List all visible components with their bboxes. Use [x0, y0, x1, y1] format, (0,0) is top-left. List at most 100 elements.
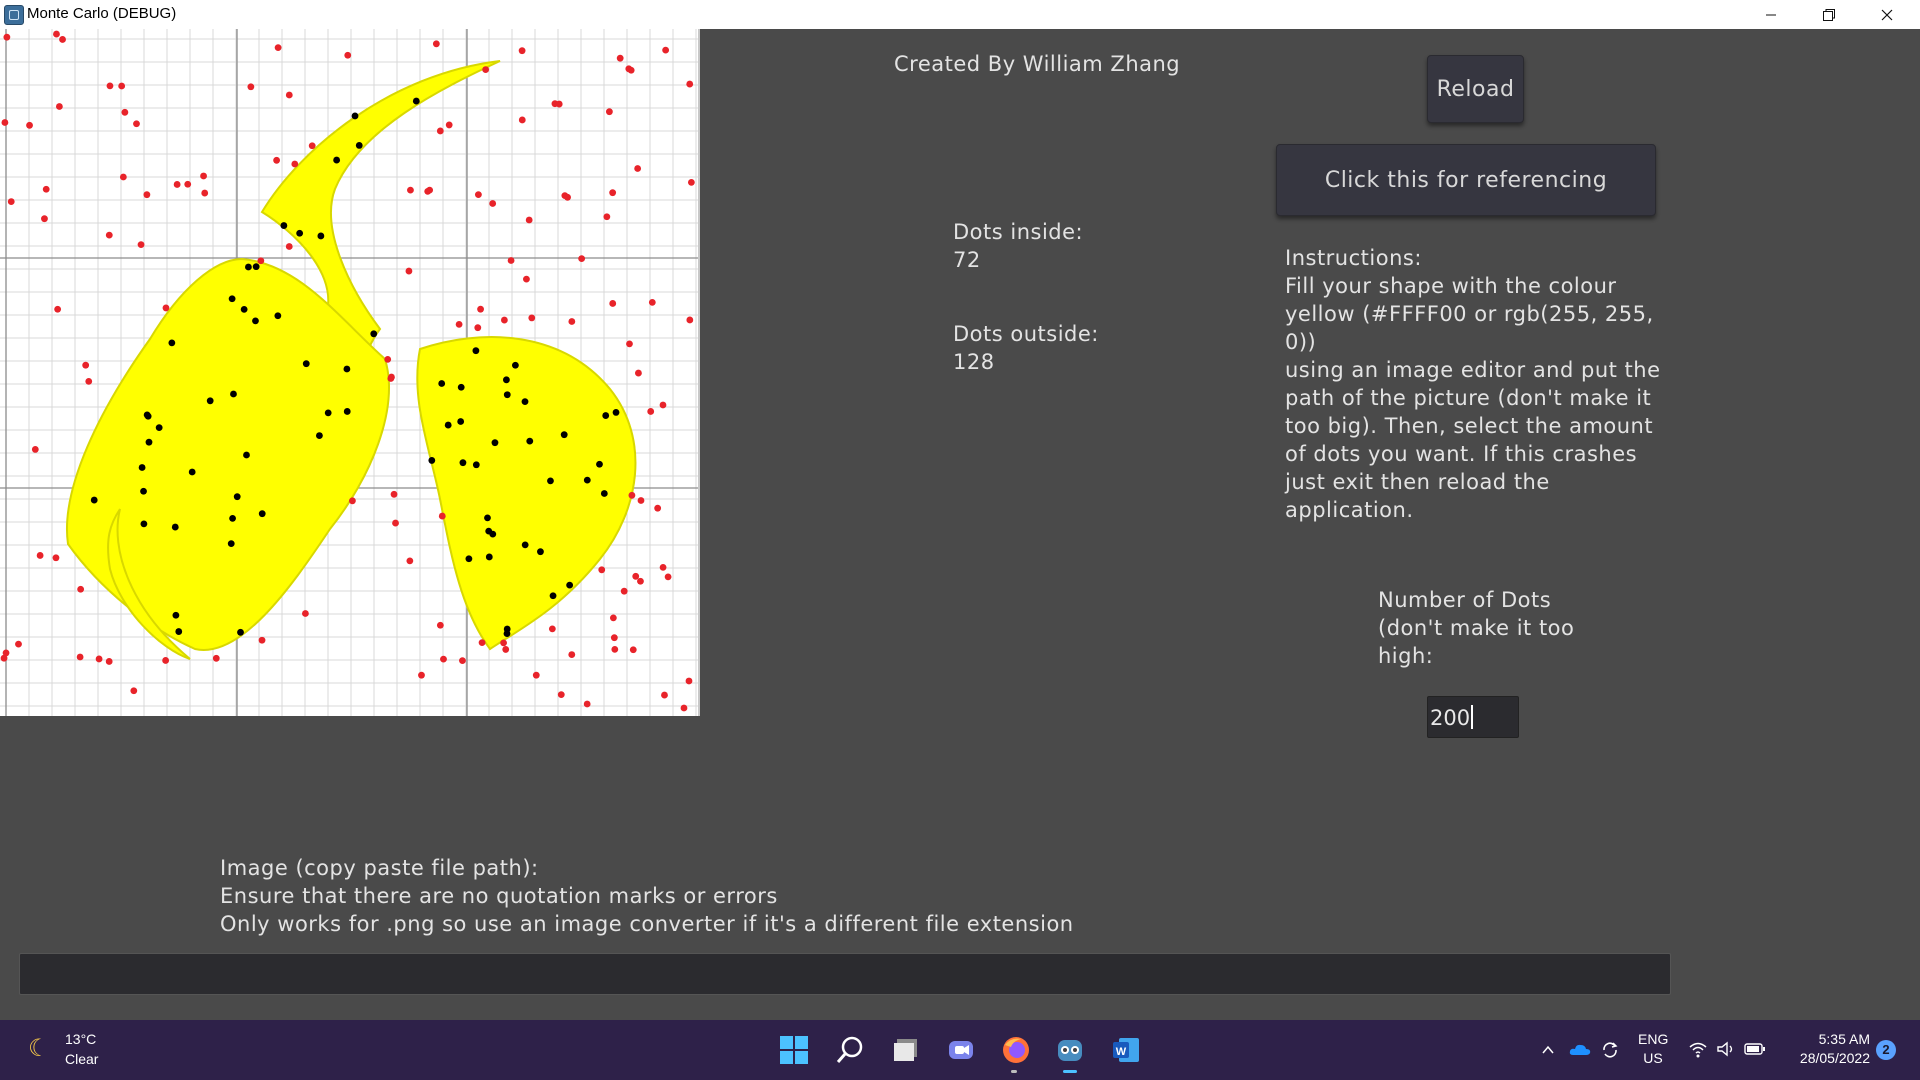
- inside-dot: [503, 391, 511, 399]
- inside-dot: [549, 592, 557, 600]
- outside-dot: [440, 655, 447, 663]
- outside-dot: [561, 192, 569, 200]
- inside-dot: [444, 421, 452, 429]
- inside-dot: [227, 540, 235, 548]
- inside-dot: [302, 360, 310, 368]
- onedrive-icon[interactable]: [1568, 1040, 1592, 1058]
- outside-dot: [502, 646, 510, 653]
- reload-button[interactable]: Reload: [1427, 55, 1524, 123]
- inside-dot: [351, 112, 359, 120]
- outside-dot: [603, 213, 611, 221]
- weather-temperature[interactable]: 13°C: [65, 1031, 96, 1047]
- search-icon[interactable]: [834, 1034, 866, 1066]
- inside-dot: [324, 409, 332, 417]
- notification-badge[interactable]: 2: [1876, 1040, 1896, 1060]
- inside-dot: [229, 514, 236, 522]
- close-button[interactable]: [1858, 0, 1916, 29]
- outside-dot: [687, 178, 695, 186]
- inside-dot: [472, 461, 480, 469]
- inside-dot: [343, 408, 351, 415]
- outside-dot: [285, 91, 293, 99]
- number-of-dots-label: Number of Dots (don't make it too high:: [1378, 588, 1575, 668]
- outside-dot: [445, 121, 453, 129]
- outside-dot: [635, 369, 642, 377]
- outside-dot: [59, 36, 66, 43]
- outside-dot: [406, 557, 414, 565]
- outside-dot: [647, 408, 655, 415]
- outside-dot: [500, 316, 508, 324]
- volume-icon[interactable]: [1716, 1040, 1736, 1058]
- outside-dot: [438, 512, 446, 520]
- inside-dot: [596, 460, 603, 468]
- inside-dot: [140, 520, 148, 528]
- inside-dot: [138, 464, 146, 471]
- outside-dot: [523, 275, 530, 283]
- minimize-button[interactable]: [1742, 0, 1800, 29]
- outside-dot: [384, 355, 392, 363]
- outside-dot: [609, 614, 617, 622]
- inside-dot: [412, 97, 420, 105]
- outside-dot: [664, 573, 672, 581]
- wifi-icon[interactable]: [1688, 1040, 1708, 1058]
- outside-dot: [557, 691, 565, 698]
- inside-dot: [230, 390, 237, 398]
- outside-dot: [518, 116, 526, 124]
- outside-dot: [525, 216, 533, 224]
- start-icon[interactable]: [778, 1034, 810, 1066]
- inside-dot: [566, 581, 574, 589]
- inside-dot: [233, 493, 241, 501]
- inside-dot: [465, 555, 473, 563]
- outside-dot: [105, 658, 113, 665]
- inside-dot: [370, 330, 378, 338]
- sync-icon[interactable]: [1600, 1040, 1620, 1060]
- inside-dot: [258, 510, 266, 518]
- outside-dot: [143, 191, 151, 199]
- outside-dot: [95, 655, 103, 663]
- outside-dot: [285, 243, 293, 250]
- inside-dot: [245, 263, 252, 271]
- outside-dot: [568, 651, 576, 658]
- outside-dot: [274, 44, 282, 52]
- outside-dot: [105, 231, 113, 239]
- outside-dot: [130, 687, 138, 695]
- outside-dot: [634, 165, 642, 172]
- outside-dot: [629, 646, 637, 654]
- outside-dot: [610, 634, 618, 642]
- godot-icon[interactable]: [1054, 1034, 1086, 1066]
- plot-svg: [0, 29, 698, 716]
- outside-dot: [7, 198, 15, 205]
- outside-dot: [686, 80, 694, 88]
- firefox-icon[interactable]: [1000, 1034, 1032, 1066]
- battery-icon[interactable]: [1744, 1042, 1766, 1056]
- outside-dot: [405, 267, 413, 275]
- inside-dot: [316, 432, 323, 439]
- inside-dot: [547, 477, 554, 485]
- outside-dot: [680, 704, 688, 712]
- chevron-up-icon[interactable]: [1540, 1042, 1556, 1058]
- inside-dot: [243, 451, 250, 459]
- weather-condition[interactable]: Clear: [65, 1051, 98, 1067]
- number-of-dots-input[interactable]: 200: [1427, 696, 1519, 738]
- outside-dot: [654, 504, 662, 512]
- inside-dot: [188, 468, 196, 476]
- inside-dot: [485, 553, 493, 561]
- outside-dot: [41, 215, 48, 223]
- number-of-dots-value: 200: [1430, 706, 1471, 730]
- reference-button[interactable]: Click this for referencing: [1276, 144, 1656, 216]
- word-icon[interactable]: W: [1110, 1034, 1142, 1066]
- outside-dot: [609, 189, 617, 197]
- teams-chat-icon[interactable]: [945, 1034, 977, 1066]
- outside-dot: [162, 657, 170, 664]
- image-path-input[interactable]: [19, 953, 1671, 995]
- outside-dot: [518, 47, 526, 55]
- language-indicator[interactable]: ENG US: [1638, 1030, 1668, 1068]
- outside-dot: [200, 172, 207, 180]
- inside-dot: [90, 496, 98, 504]
- outside-dot: [2, 649, 10, 657]
- inside-dot: [459, 459, 467, 467]
- outside-dot: [173, 181, 181, 188]
- maximize-button[interactable]: [1800, 0, 1858, 29]
- file-explorer-icon[interactable]: [890, 1034, 922, 1066]
- clock[interactable]: 5:35 AM 28/05/2022: [1782, 1030, 1870, 1068]
- moon-weather-icon[interactable]: ☾: [28, 1037, 52, 1061]
